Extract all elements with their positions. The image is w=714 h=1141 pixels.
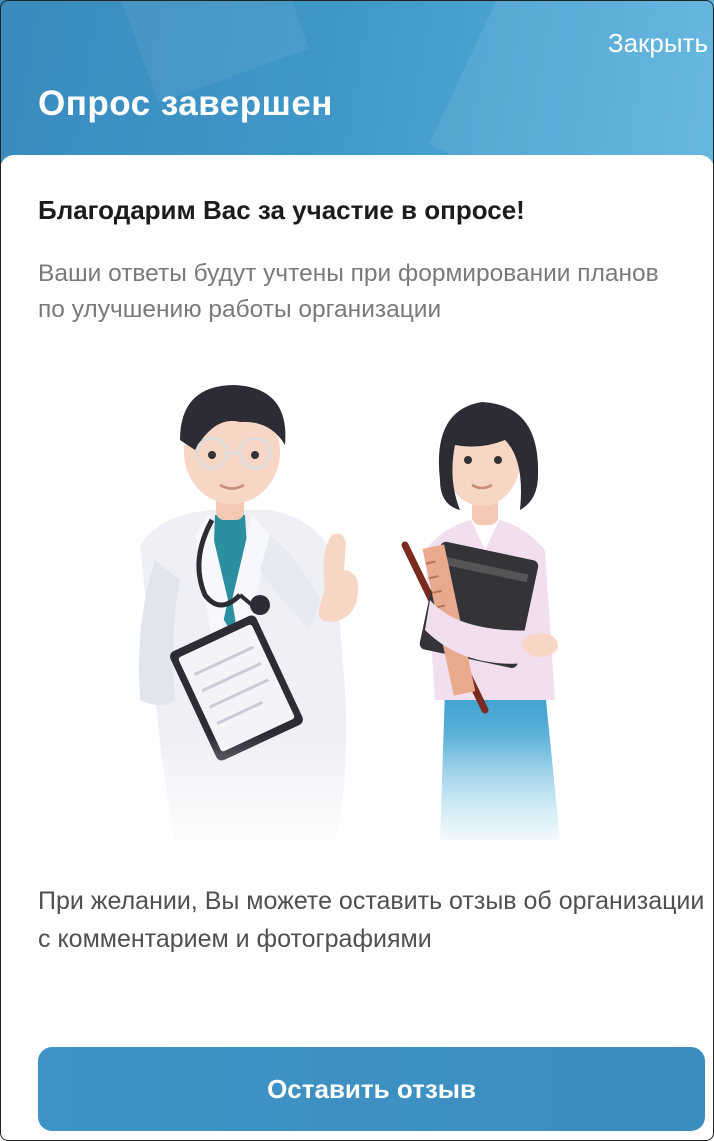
- doctor-and-woman-illustration: [120, 360, 600, 860]
- close-link[interactable]: Закрыть: [608, 28, 708, 59]
- thanks-heading: Благодарим Вас за участие в опросе!: [38, 195, 525, 225]
- header-decoration: [429, 0, 714, 170]
- subtitle-text: Ваши ответы будут учтены при формировани…: [38, 260, 659, 323]
- leave-feedback-button[interactable]: Оставить отзыв: [38, 1047, 705, 1131]
- feedback-prompt: При желании, Вы можете оставить отзыв об…: [38, 887, 705, 953]
- page-title: Опрос завершен: [38, 84, 333, 123]
